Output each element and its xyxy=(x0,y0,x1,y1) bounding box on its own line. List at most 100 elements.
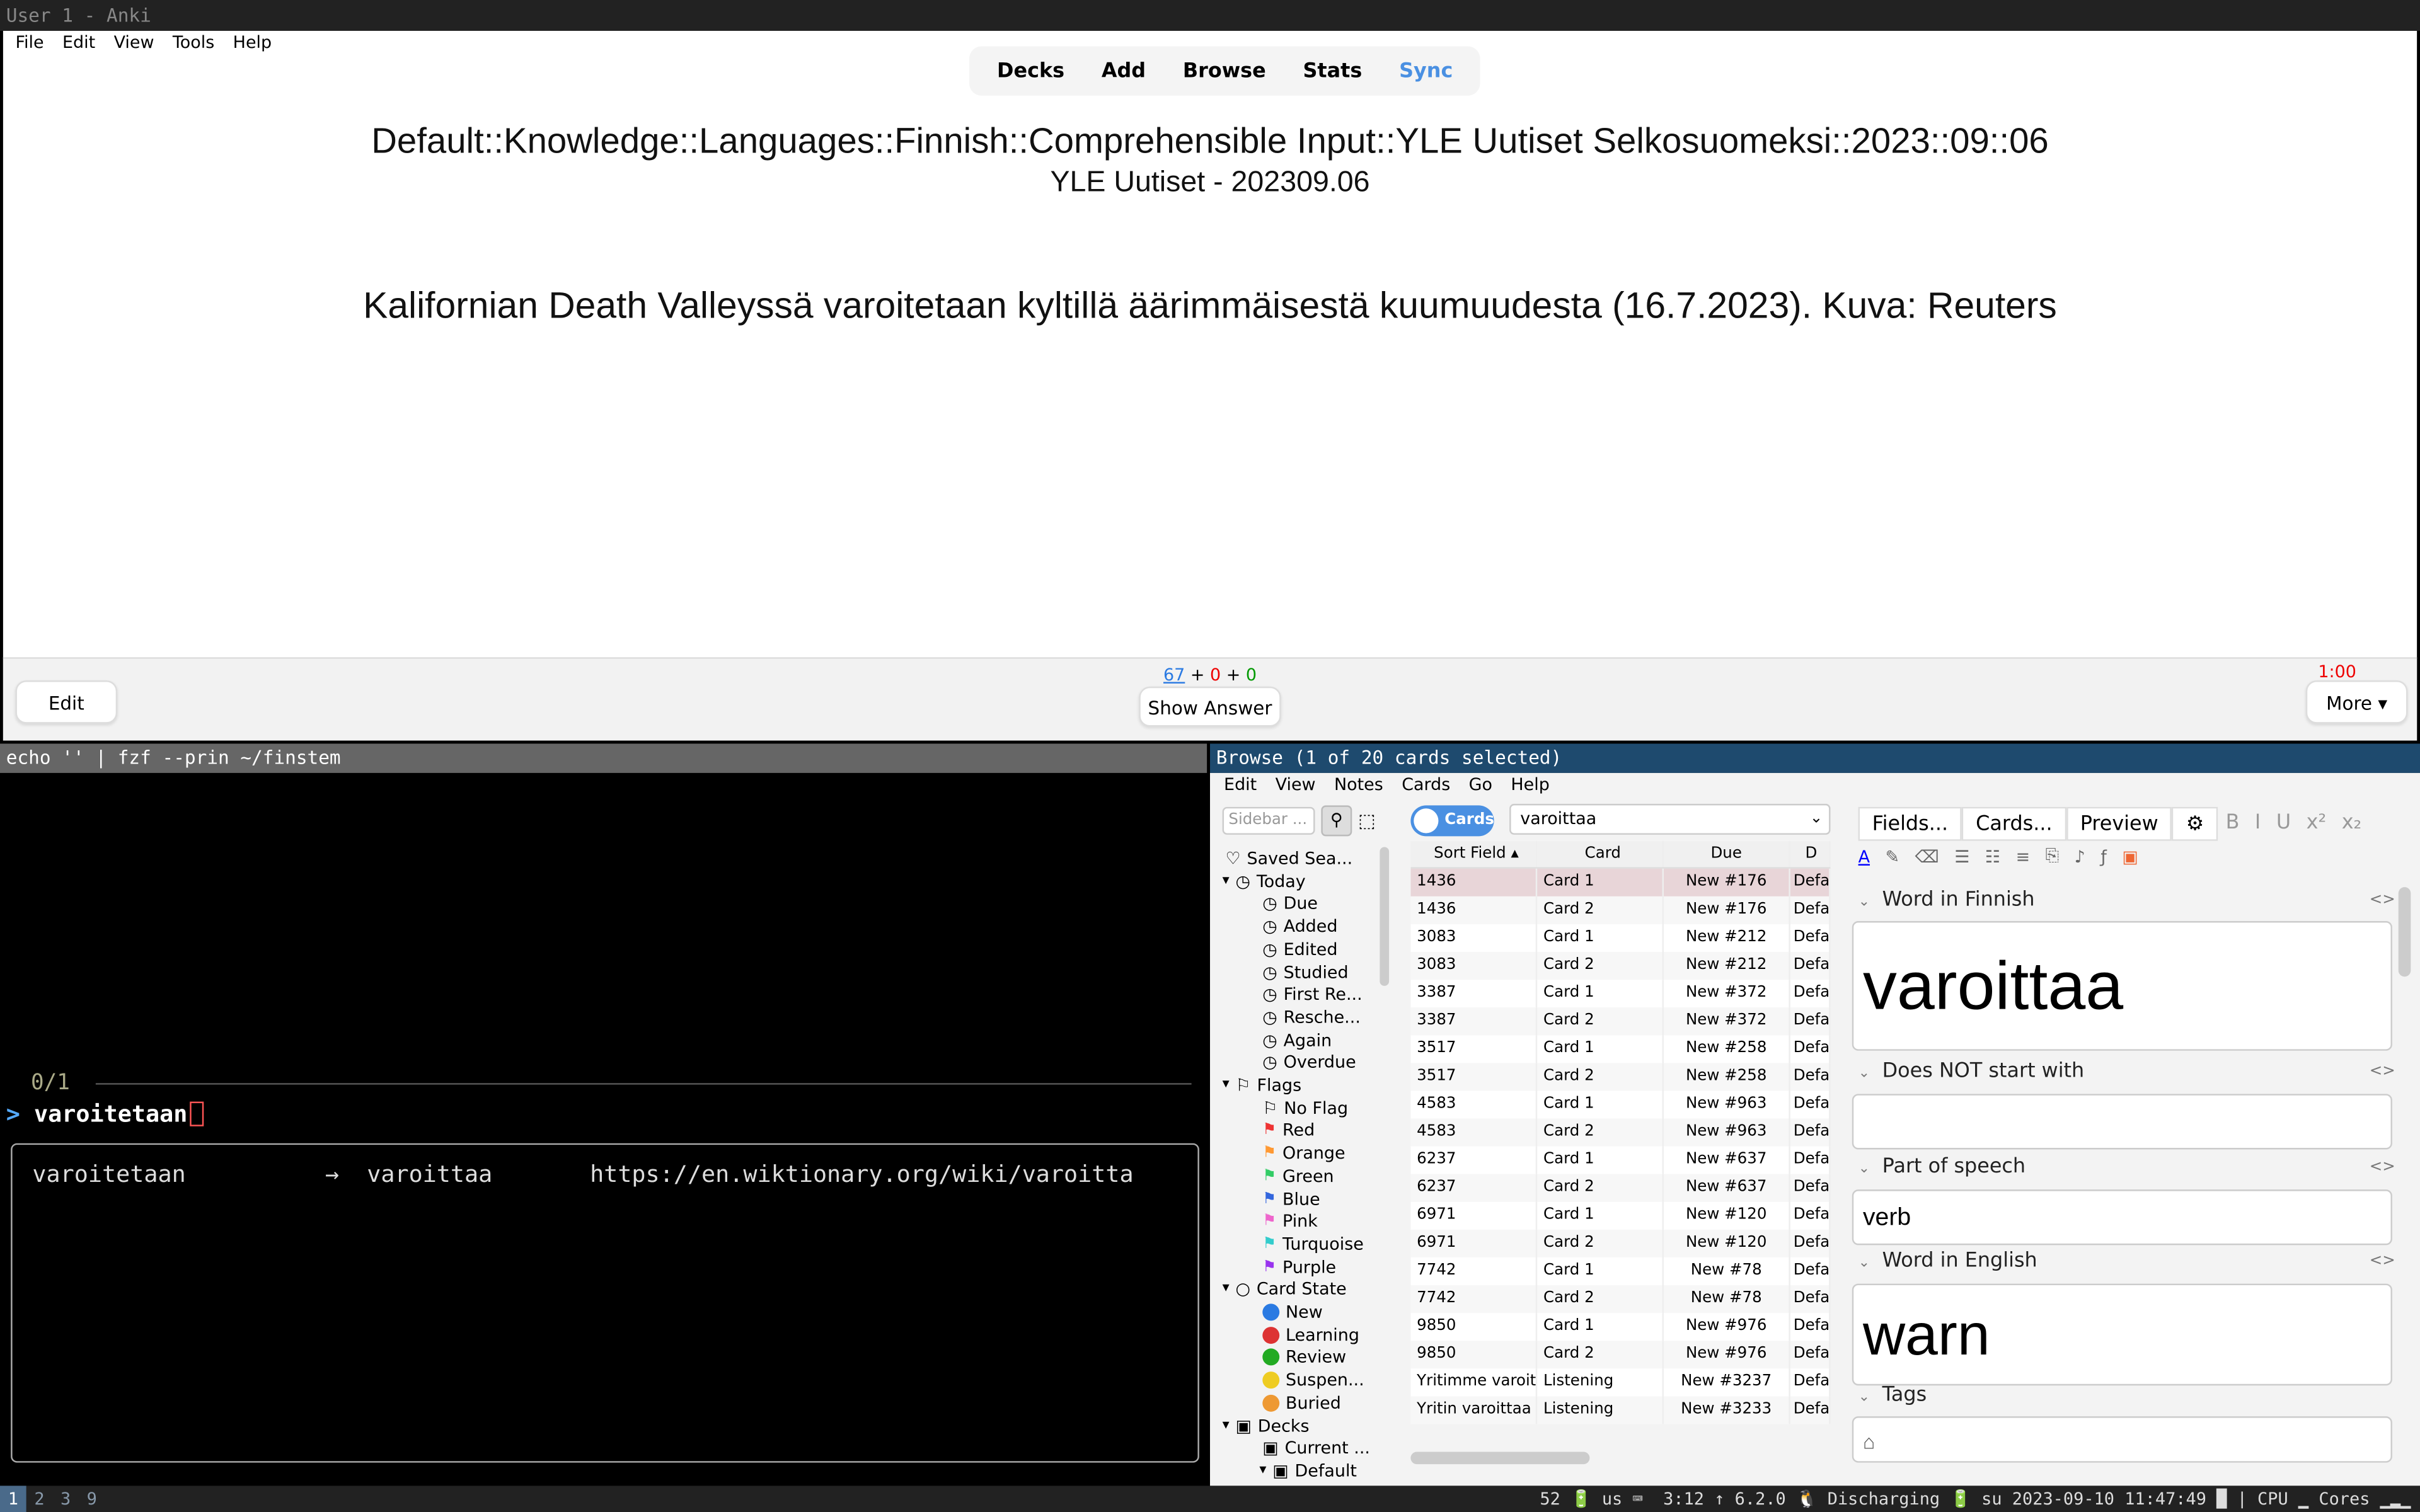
format-button[interactable]: U xyxy=(2269,807,2299,841)
chevron-down-icon[interactable]: ⌄ xyxy=(1858,1390,1870,1406)
sidebar-item[interactable]: ⚑ Orange xyxy=(1262,1142,1345,1165)
table-row[interactable]: 7742 Card 2 New #78 Defa xyxy=(1410,1285,1831,1314)
numbered-list-icon[interactable]: ☷ xyxy=(1985,846,2000,866)
align-icon[interactable]: ≡ xyxy=(2016,846,2031,866)
cards-button[interactable]: Cards... xyxy=(1962,806,2066,841)
field-input[interactable]: verb xyxy=(1852,1189,2392,1246)
chevron-down-icon[interactable]: ⌄ xyxy=(1858,895,1870,910)
chevron-down-icon[interactable]: ⌄ xyxy=(1858,1162,1870,1177)
text-color-icon[interactable]: A xyxy=(1858,846,1870,866)
sidebar-item[interactable]: Review xyxy=(1262,1346,1346,1369)
html-editor-icon[interactable]: ▣ xyxy=(2122,846,2138,866)
field-input[interactable]: ⌂ xyxy=(1852,1416,2392,1463)
sidebar-item[interactable]: ◷ Studied xyxy=(1262,961,1348,984)
column-header[interactable]: Due xyxy=(1664,840,1790,868)
fzf-prompt[interactable]: > varoitetaan xyxy=(6,1100,205,1128)
edit-button[interactable]: Edit xyxy=(15,680,118,724)
sidebar-item[interactable]: ◷ Added xyxy=(1262,915,1337,938)
format-button[interactable]: x² xyxy=(2298,807,2334,841)
format-button[interactable]: x₂ xyxy=(2334,807,2369,841)
table-row[interactable]: 3517 Card 1 New #258 Defa xyxy=(1410,1035,1831,1063)
sidebar-search-input[interactable]: Sidebar ... xyxy=(1222,806,1315,835)
show-answer-button[interactable]: Show Answer xyxy=(1139,686,1281,727)
table-row[interactable]: 4583 Card 1 New #963 Defa xyxy=(1410,1091,1831,1119)
sidebar-item[interactable]: ▾ ▣ Default xyxy=(1259,1459,1357,1482)
menu-view[interactable]: View xyxy=(114,31,154,55)
field-input[interactable] xyxy=(1852,1094,2392,1150)
terminal[interactable]: 0/1 > varoitetaan varoitetaan → varoitta… xyxy=(0,772,1207,1486)
menu-tools[interactable]: Tools xyxy=(173,31,214,55)
sidebar-item[interactable]: ◷ First Re... xyxy=(1262,983,1362,1006)
table-row[interactable]: 9850 Card 2 New #976 Defa xyxy=(1410,1341,1831,1369)
sidebar-item[interactable]: New xyxy=(1262,1301,1323,1324)
table-row[interactable]: 9850 Card 1 New #976 Defa xyxy=(1410,1313,1831,1341)
new-count[interactable]: 67 xyxy=(1163,665,1185,685)
html-toggle-icon[interactable]: <> xyxy=(2370,1154,2395,1182)
sidebar-item[interactable]: ⚑ Green xyxy=(1262,1164,1334,1188)
chevron-down-icon[interactable]: ⌄ xyxy=(1858,1066,1870,1081)
attachment-icon[interactable]: ⎘ xyxy=(2046,845,2060,867)
browse-menu-edit[interactable]: Edit xyxy=(1224,773,1257,798)
sidebar-item[interactable]: Suspen... xyxy=(1262,1368,1364,1392)
sidebar-item[interactable]: ◷ Edited xyxy=(1262,937,1337,961)
sidebar-item[interactable]: Learning xyxy=(1262,1323,1359,1346)
table-row[interactable]: 7742 Card 1 New #78 Defa xyxy=(1410,1257,1831,1286)
table-horizontal-scrollbar[interactable] xyxy=(1410,1452,1590,1465)
sidebar-item[interactable]: ⚐ No Flag xyxy=(1262,1096,1348,1120)
sidebar-item[interactable]: ⚑ Red xyxy=(1262,1119,1315,1142)
table-row[interactable]: 3517 Card 2 New #258 Defa xyxy=(1410,1063,1831,1091)
table-row[interactable]: Yritimme varoit...ListeningNew #3237Defa xyxy=(1410,1368,1831,1397)
sidebar-item[interactable]: ▾ ▣ Decks xyxy=(1223,1414,1310,1438)
format-button[interactable]: B xyxy=(2218,807,2247,841)
field-input[interactable]: varoittaa xyxy=(1852,921,2392,1051)
chevron-down-icon[interactable]: ▾ xyxy=(1223,1278,1230,1301)
sidebar-item[interactable]: ⚑ Pink xyxy=(1262,1210,1318,1233)
format-button[interactable]: I xyxy=(2247,807,2269,841)
table-row[interactable]: 3083 Card 2 New #212 Defa xyxy=(1410,952,1831,980)
menu-file[interactable]: File xyxy=(15,31,43,55)
table-row[interactable]: 3387 Card 1 New #372 Defa xyxy=(1410,980,1831,1008)
html-toggle-icon[interactable]: <> xyxy=(2370,1058,2395,1086)
chevron-down-icon[interactable]: ▾ xyxy=(1223,1414,1230,1438)
chevron-down-icon[interactable]: ▾ xyxy=(1223,1074,1230,1097)
fields-button[interactable]: Fields... xyxy=(1858,806,1962,841)
column-header[interactable]: Sort Field ▴ xyxy=(1410,840,1538,868)
table-row[interactable]: 3387 Card 2 New #372 Defa xyxy=(1410,1007,1831,1036)
gear-icon[interactable]: ⚙ xyxy=(2172,806,2218,841)
workspace-1[interactable]: 1 xyxy=(0,1486,26,1512)
table-row[interactable]: 1436 Card 1 New #176 Defa xyxy=(1410,868,1831,896)
sidebar-item[interactable]: ▣ Current ... xyxy=(1262,1436,1370,1460)
sidebar-item[interactable]: ◷ Due xyxy=(1262,892,1318,915)
table-row[interactable]: 6971 Card 1 New #120 Defa xyxy=(1410,1201,1831,1230)
table-row[interactable]: 4583 Card 2 New #963 Defa xyxy=(1410,1118,1831,1147)
browse-menu-help[interactable]: Help xyxy=(1511,773,1549,798)
sidebar-item[interactable]: ⚑ Blue xyxy=(1262,1188,1320,1211)
chevron-down-icon[interactable]: ▾ xyxy=(1259,1459,1266,1482)
sidebar-item[interactable]: ⚑ Turquoise xyxy=(1262,1232,1364,1256)
browse-menu-view[interactable]: View xyxy=(1276,773,1316,798)
menu-help[interactable]: Help xyxy=(233,31,272,55)
sidebar-item[interactable]: ▾ ◷ Today xyxy=(1223,869,1306,893)
search-icon[interactable]: ⚲ xyxy=(1321,805,1352,837)
sidebar-item[interactable]: ◷ Again xyxy=(1262,1028,1332,1051)
nav-decks[interactable]: Decks xyxy=(979,59,1083,83)
table-row[interactable]: 3083 Card 1 New #212 Defa xyxy=(1410,924,1831,953)
table-row[interactable]: 6971 Card 2 New #120 Defa xyxy=(1410,1229,1831,1257)
chevron-down-icon[interactable]: ⌄ xyxy=(1858,1256,1870,1271)
cards-notes-toggle[interactable]: Cards xyxy=(1410,805,1494,837)
workspace-2[interactable]: 2 xyxy=(26,1486,53,1512)
chevron-down-icon[interactable]: ⌄ xyxy=(1810,805,1823,833)
browse-search-input[interactable]: varoittaa ⌄ xyxy=(1509,803,1831,835)
browse-menu-notes[interactable]: Notes xyxy=(1334,773,1383,798)
highlight-icon[interactable]: ✎ xyxy=(1886,846,1900,866)
menu-edit[interactable]: Edit xyxy=(62,31,95,55)
workspace-9[interactable]: 9 xyxy=(79,1486,105,1512)
sidebar-item[interactable]: ⚑ Purple xyxy=(1262,1255,1336,1278)
sidebar-scrollbar[interactable] xyxy=(1380,847,1390,986)
table-row[interactable]: 1436 Card 2 New #176 Defa xyxy=(1410,896,1831,924)
table-row[interactable]: 6237 Card 2 New #637 Defa xyxy=(1410,1174,1831,1202)
field-input[interactable]: warn xyxy=(1852,1283,2392,1386)
eraser-icon[interactable]: ⌫ xyxy=(1915,846,1939,866)
selection-tool-icon[interactable]: ⬚ xyxy=(1358,810,1376,832)
browse-menu-cards[interactable]: Cards xyxy=(1402,773,1450,798)
